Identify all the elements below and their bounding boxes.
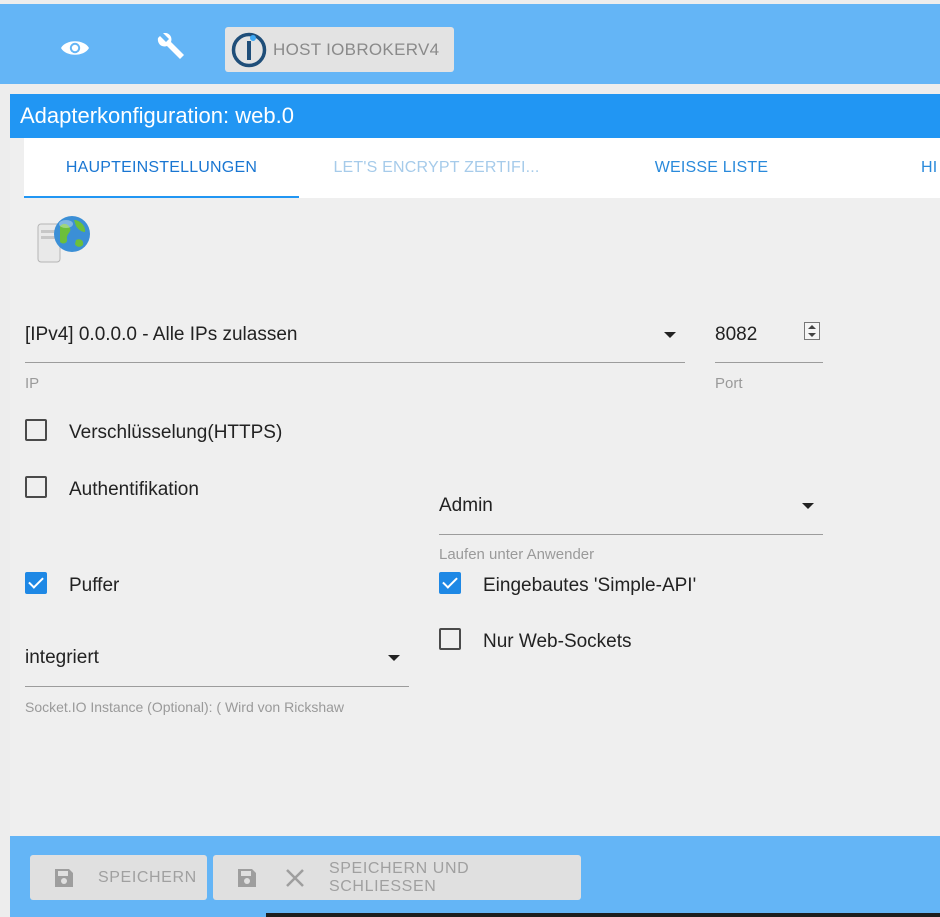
top-toolbar: HOST IOBROKERV4 — [0, 4, 940, 84]
save-icon — [52, 866, 76, 890]
ip-select[interactable]: [IPv4] 0.0.0.0 - Alle IPs zulassen — [25, 316, 685, 356]
web-adapter-logo — [36, 212, 96, 268]
tab-bar: HAUPTEINSTELLUNGEN LET'S ENCRYPT ZERTIFI… — [24, 138, 940, 198]
port-helper-label: Port — [715, 375, 743, 392]
auth-checkbox[interactable] — [25, 476, 47, 498]
save-and-close-label: SPEICHERN UND SCHLIESSEN — [329, 859, 470, 895]
chevron-down-icon — [664, 332, 676, 338]
ip-helper-label: IP — [25, 375, 40, 392]
ip-select-value: [IPv4] 0.0.0.0 - Alle IPs zulassen — [25, 324, 298, 345]
stepper-up-icon — [808, 325, 816, 329]
run-as-select[interactable]: Admin — [439, 487, 823, 527]
cache-checkbox[interactable] — [25, 572, 47, 594]
save-icon — [235, 866, 259, 890]
port-stepper[interactable] — [804, 322, 820, 340]
save-button[interactable]: SPEICHERN — [30, 855, 207, 900]
save-and-close-button[interactable]: SPEICHERN UND SCHLIESSEN — [213, 855, 581, 900]
port-value: 8082 — [715, 324, 758, 345]
save-button-label: SPEICHERN — [98, 868, 197, 886]
auth-label: Authentifikation — [69, 479, 199, 500]
tab-lets-encrypt[interactable]: LET'S ENCRYPT ZERTIFI... — [299, 138, 574, 198]
taskbar-strip — [266, 913, 940, 917]
wrench-icon[interactable] — [151, 28, 191, 68]
tab-whitelist[interactable]: WEISSE LISTE — [574, 138, 849, 198]
host-selector[interactable]: HOST IOBROKERV4 — [225, 27, 454, 72]
tab-more[interactable]: HI — [921, 138, 940, 198]
close-icon — [285, 868, 305, 888]
https-label: Verschlüsselung(HTTPS) — [69, 422, 283, 443]
host-label: HOST IOBROKERV4 — [273, 39, 440, 59]
socket-io-value: integriert — [25, 647, 99, 668]
web-sockets-label: Nur Web-Sockets — [483, 631, 632, 652]
chevron-down-icon — [388, 655, 400, 661]
run-as-helper-label: Laufen unter Anwender — [439, 546, 595, 563]
https-checkbox[interactable] — [25, 419, 47, 441]
tab-main-settings[interactable]: HAUPTEINSTELLUNGEN — [24, 138, 299, 198]
run-as-underline — [439, 534, 823, 535]
stepper-down-icon — [808, 333, 816, 337]
iobroker-logo-icon — [231, 32, 267, 68]
simple-api-checkbox[interactable] — [439, 572, 461, 594]
cache-label: Puffer — [69, 575, 120, 596]
dialog-title: Adapterkonfiguration: web.0 — [10, 94, 940, 138]
eye-icon[interactable] — [55, 28, 95, 68]
chevron-down-icon — [802, 503, 814, 509]
adapter-config-dialog: Adapterkonfiguration: web.0 HAUPTEINSTEL… — [10, 94, 940, 917]
socket-io-select[interactable]: integriert — [25, 639, 409, 679]
run-as-value: Admin — [439, 495, 493, 516]
dialog-footer: SPEICHERN SPEICHERN UND SCHLIESSEN — [10, 836, 940, 917]
web-sockets-checkbox[interactable] — [439, 628, 461, 650]
port-underline — [715, 362, 823, 363]
socket-io-helper-label: Socket.IO Instance (Optional): ( Wird vo… — [25, 699, 344, 715]
simple-api-label: Eingebautes 'Simple-API' — [483, 575, 697, 596]
ip-underline — [25, 362, 685, 363]
socket-io-underline — [25, 686, 409, 687]
